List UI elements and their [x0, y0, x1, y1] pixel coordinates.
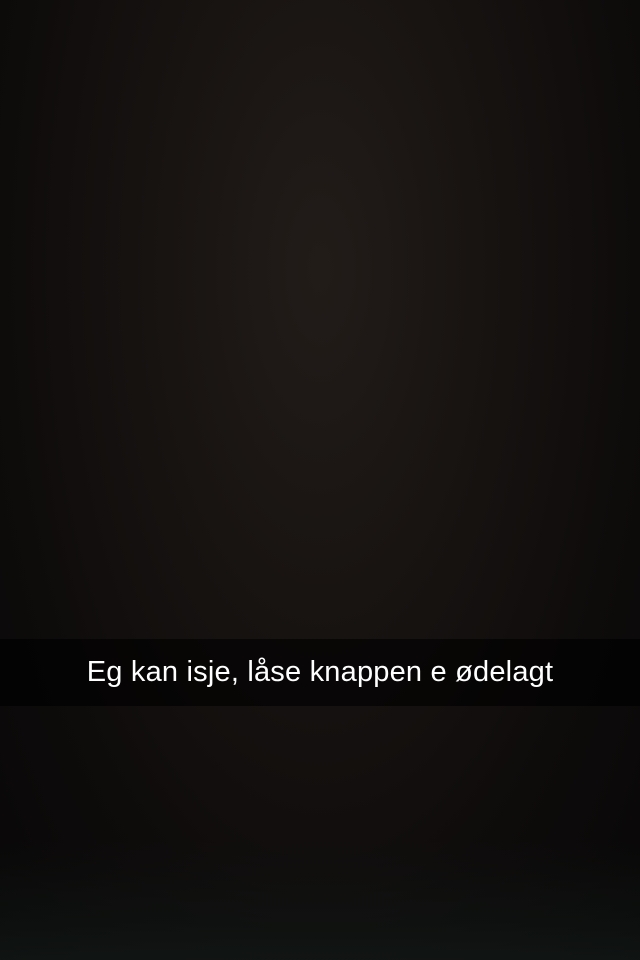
- snap-photo-viewer[interactable]: Eg kan isje, låse knappen e ødelagt: [0, 0, 640, 960]
- photo-floor-shadow: [0, 840, 640, 960]
- caption-text: Eg kan isje, låse knappen e ødelagt: [86, 656, 554, 688]
- caption-bar: Eg kan isje, låse knappen e ødelagt: [0, 639, 640, 706]
